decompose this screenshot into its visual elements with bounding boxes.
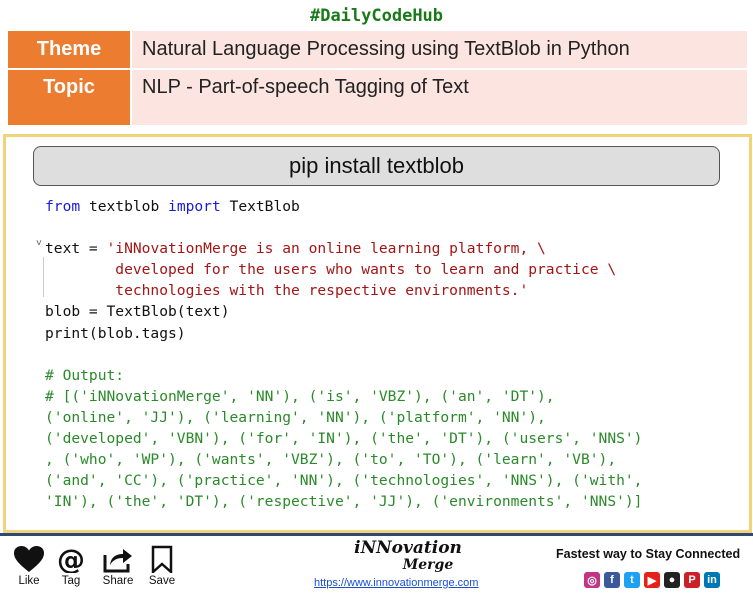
code-comment-6: ('and', 'CC'), ('practice', 'NN'), ('tec… (45, 472, 643, 490)
svg-text:@: @ (57, 545, 85, 573)
share-button[interactable]: Share (95, 545, 141, 587)
code-assign: text = (45, 240, 107, 258)
hashtag-title: #DailyCodeHub (309, 6, 444, 26)
share-icon (103, 549, 132, 573)
share-label: Share (102, 575, 134, 587)
code-comment-3: ('online', 'JJ'), ('learning', 'NN'), ('… (45, 408, 546, 426)
social-icons: ◎ f t ▶ ● P in (584, 572, 720, 588)
logo-line2: Merge (402, 557, 454, 573)
code-comment-2: # [('iNNovationMerge', 'NN'), ('is', 'VB… (45, 387, 555, 405)
bookmark-icon (151, 545, 173, 573)
like-button[interactable]: Like (6, 545, 52, 587)
github-icon[interactable]: ● (664, 572, 680, 588)
code-comment-7: 'IN'), ('the', 'DT'), ('respective', 'JJ… (45, 493, 643, 511)
code-keyword-from: from (45, 198, 81, 215)
heart-icon (14, 546, 44, 572)
youtube-icon[interactable]: ▶ (644, 572, 660, 588)
instagram-icon[interactable]: ◎ (584, 572, 600, 588)
save-label: Save (148, 575, 176, 587)
innovationmerge-logo: iNNovation Merge (318, 538, 498, 574)
code-module: textblob (80, 198, 169, 215)
code-blob-line: blob = TextBlob(text) (45, 303, 230, 321)
linkedin-icon[interactable]: in (704, 572, 720, 588)
code-block: from textblob import TextBlob text = 'iN… (45, 196, 642, 512)
topic-value: NLP - Part-of-speech Tagging of Text (132, 70, 747, 125)
like-label: Like (18, 575, 40, 587)
fold-marker: ˅ (36, 238, 42, 249)
code-string-line2: developed for the users who wants to lea… (45, 261, 617, 279)
topic-row: Topic NLP - Part-of-speech Tagging of Te… (8, 70, 747, 125)
topic-label: Topic (8, 70, 130, 125)
website-link[interactable]: https://www.innovationmerge.com (314, 577, 478, 589)
code-comment-5: , ('who', 'WP'), ('wants', 'VBZ'), ('to'… (45, 451, 617, 469)
pip-install-command: pip install textblob (33, 146, 720, 186)
code-comment-1: # Output: (45, 366, 125, 384)
footer-divider (0, 533, 753, 536)
facebook-icon[interactable]: f (604, 572, 620, 588)
code-string-line3: technologies with the respective environ… (45, 282, 529, 300)
tag-button[interactable]: @ Tag (48, 545, 94, 587)
tag-label: Tag (61, 575, 81, 587)
code-panel: pip install textblob ˅ from textblob imp… (3, 134, 752, 533)
code-print-line: print(blob.tags) (45, 324, 186, 342)
twitter-icon[interactable]: t (624, 572, 640, 588)
code-keyword-import: import (168, 198, 221, 215)
code-comment-4: ('developed', 'VBN'), ('for', 'IN'), ('t… (45, 430, 643, 448)
indent-guide (43, 257, 44, 297)
theme-value: Natural Language Processing using TextBl… (132, 31, 747, 68)
theme-label: Theme (8, 31, 130, 68)
code-class: TextBlob (220, 198, 300, 215)
code-string-line1: 'iNNovationMerge is an online learning p… (106, 240, 546, 258)
save-button[interactable]: Save (139, 545, 185, 587)
pinterest-icon[interactable]: P (684, 572, 700, 588)
at-sign-icon: @ (57, 545, 85, 573)
theme-row: Theme Natural Language Processing using … (8, 31, 747, 68)
tagline: Fastest way to Stay Connected (556, 547, 741, 561)
logo-line1: iNNovation (354, 538, 462, 558)
